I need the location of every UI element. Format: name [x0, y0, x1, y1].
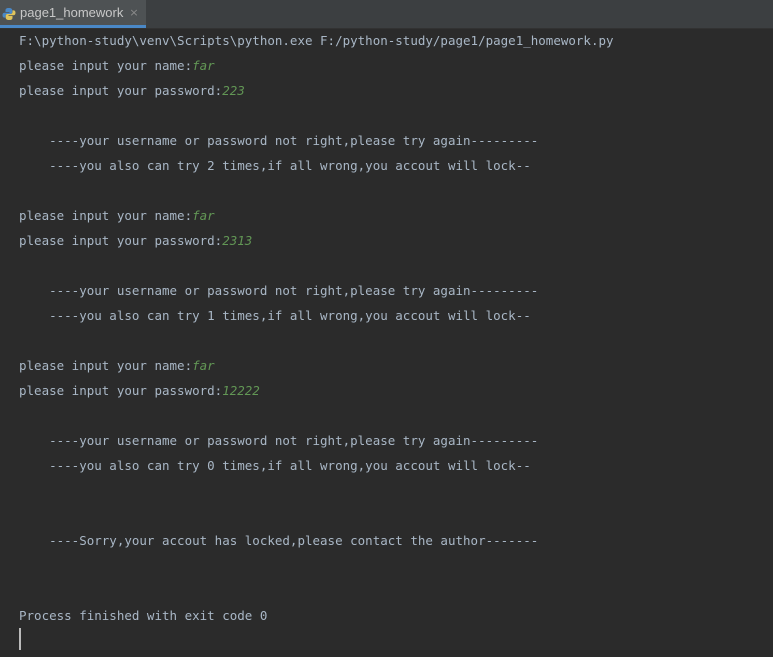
remaining-attempts-message: ----you also can try 0 times,if all wron…	[19, 458, 531, 473]
name-prompt-line: please input your name:far	[19, 358, 215, 374]
name-input-value: far	[192, 208, 215, 223]
name-input-value: far	[192, 58, 215, 73]
password-input-value: 12222	[222, 383, 260, 398]
password-prompt-line: please input your password:2313	[19, 233, 252, 249]
close-icon[interactable]: ×	[129, 6, 138, 19]
password-prompt: please input your password:	[19, 233, 223, 248]
error-message: ----your username or password not right,…	[19, 433, 539, 448]
password-input-value: 2313	[222, 233, 253, 248]
password-prompt-line: please input your password:223	[19, 83, 245, 99]
name-prompt: please input your name:	[19, 58, 193, 73]
remaining-attempts-message: ----you also can try 1 times,if all wron…	[19, 308, 531, 323]
password-prompt-line: please input your password:12222	[19, 383, 260, 399]
name-prompt: please input your name:	[19, 358, 193, 373]
text-cursor	[19, 628, 21, 650]
remaining-attempts-message: ----you also can try 2 times,if all wron…	[19, 158, 531, 173]
command-line: F:\python-study\venv\Scripts\python.exe …	[19, 33, 614, 48]
name-input-value: far	[192, 358, 215, 373]
editor-tab-bar: page1_homework ×	[0, 0, 773, 29]
error-message: ----your username or password not right,…	[19, 133, 539, 148]
tab-page1-homework[interactable]: page1_homework ×	[0, 0, 146, 28]
locked-message: ----Sorry,your accout has locked,please …	[19, 533, 539, 548]
name-prompt-line: please input your name:far	[19, 208, 215, 224]
password-prompt: please input your password:	[19, 383, 223, 398]
tab-label: page1_homework	[20, 5, 124, 20]
exit-message: Process finished with exit code 0	[19, 608, 268, 623]
error-message: ----your username or password not right,…	[19, 283, 539, 298]
password-prompt: please input your password:	[19, 83, 223, 98]
password-input-value: 223	[222, 83, 245, 98]
name-prompt: please input your name:	[19, 208, 193, 223]
name-prompt-line: please input your name:far	[19, 58, 215, 74]
run-console[interactable]: F:\python-study\venv\Scripts\python.exe …	[0, 29, 773, 657]
python-file-icon	[2, 6, 16, 20]
